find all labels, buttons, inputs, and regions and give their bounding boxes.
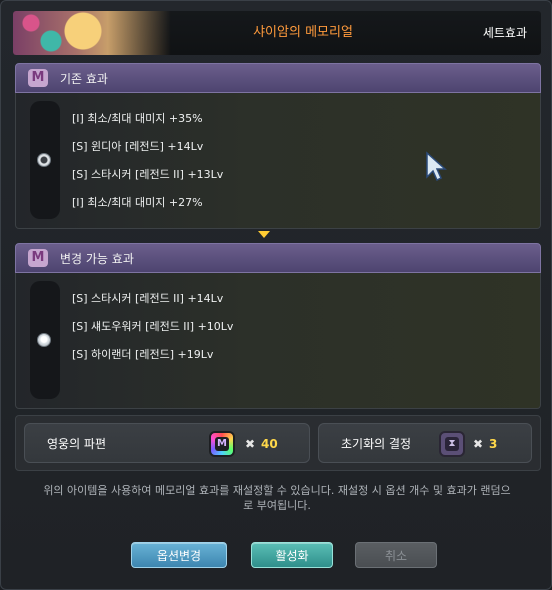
- current-effects-panel: [I] 최소/최대 대미지 +35% [S] 윈디아 [레전드] +14Lv […: [15, 93, 541, 229]
- current-effect-line: [I] 최소/최대 대미지 +35%: [72, 112, 203, 125]
- cost-section: 영웅의 파편 M ✖ 40 초기화의 결정 ⧗ ✖ 3: [15, 415, 541, 471]
- multiply-icon: ✖: [473, 437, 484, 451]
- current-effects-radio[interactable]: [37, 153, 51, 167]
- window-header: 샤이암의 메모리얼 세트효과: [13, 11, 541, 55]
- description-text: 위의 아이템을 사용하여 메모리얼 효과를 재설정할 수 있습니다. 재설정 시…: [43, 484, 511, 512]
- m-badge-icon: M: [28, 69, 48, 87]
- current-effects-title: 기존 효과: [60, 72, 108, 86]
- current-effects-list: [I] 최소/최대 대미지 +35% [S] 윈디아 [레전드] +14Lv […: [72, 105, 223, 217]
- reset-crystal-icon: ⧗: [439, 431, 465, 457]
- cost-item-reset-crystal: 초기화의 결정 ⧗ ✖ 3: [318, 423, 532, 463]
- cost-item-hero-fragment: 영웅의 파편 M ✖ 40: [24, 423, 310, 463]
- changeable-effect-line: [S] 스타시커 [레전드 II] +14Lv: [72, 292, 224, 305]
- changeable-effects-header: M 변경 가능 효과: [15, 243, 541, 273]
- mouse-cursor-icon: [426, 151, 447, 181]
- changeable-effect-line: [S] 섀도우워커 [레전드 II] +10Lv: [72, 320, 234, 333]
- changeable-effects-title: 변경 가능 효과: [60, 252, 134, 266]
- current-effect-line: [S] 윈디아 [레전드] +14Lv: [72, 140, 204, 153]
- m-badge-icon: M: [28, 249, 48, 267]
- changeable-effect-line: [S] 하이랜더 [레전드] +19Lv: [72, 348, 214, 361]
- activate-button[interactable]: 활성화: [251, 542, 333, 568]
- cost-item-name: 영웅의 파편: [47, 437, 107, 451]
- current-radio-column: [30, 101, 60, 219]
- cancel-button[interactable]: 취소: [355, 542, 437, 568]
- multiply-icon: ✖: [245, 437, 256, 451]
- hero-fragment-icon: M: [209, 431, 235, 457]
- current-effect-line: [S] 스타시커 [레전드 II] +13Lv: [72, 168, 224, 181]
- window-title: 샤이암의 메모리얼: [253, 25, 353, 40]
- cost-item-name: 초기화의 결정: [341, 437, 412, 451]
- current-effects-header: M 기존 효과: [15, 63, 541, 93]
- changeable-effects-list: [S] 스타시커 [레전드 II] +14Lv [S] 섀도우워커 [레전드 I…: [72, 285, 233, 369]
- current-effect-line: [I] 최소/최대 대미지 +27%: [72, 196, 203, 209]
- set-effect-link[interactable]: 세트효과: [483, 11, 527, 55]
- changeable-effects-panel: [S] 스타시커 [레전드 II] +14Lv [S] 섀도우워커 [레전드 I…: [15, 273, 541, 409]
- cost-item-quantity: 40: [261, 437, 278, 451]
- change-options-button[interactable]: 옵션변경: [131, 542, 227, 568]
- arrow-down-icon: [258, 231, 270, 238]
- cost-item-quantity: 3: [489, 437, 498, 451]
- character-portrait: [13, 11, 171, 55]
- changeable-effects-radio[interactable]: [37, 333, 51, 347]
- memorial-window: 샤이암의 메모리얼 세트효과 M 기존 효과 [I] 최소/최대 대미지 +35…: [0, 0, 552, 590]
- changeable-radio-column: [30, 281, 60, 399]
